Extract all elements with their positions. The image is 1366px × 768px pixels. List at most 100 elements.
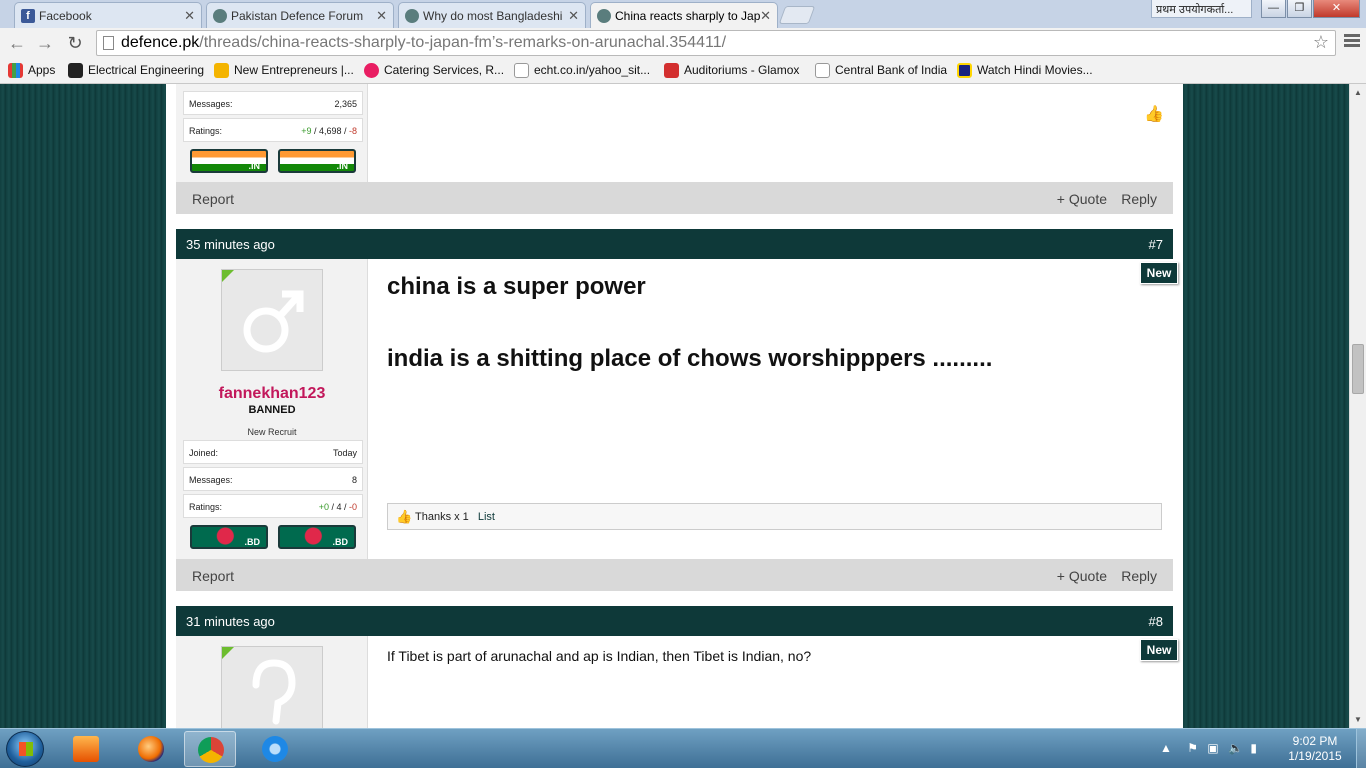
avatar[interactable]	[221, 269, 323, 371]
clock-date: 1/19/2015	[1288, 749, 1342, 763]
show-desktop-button[interactable]	[1356, 729, 1366, 768]
back-button[interactable]: ←	[6, 32, 28, 54]
bookmark-catering[interactable]: Catering Services, R...	[364, 63, 505, 78]
action-center-icon[interactable]: ⚑	[1187, 741, 1198, 755]
post8-userinfo	[176, 636, 368, 728]
profile-button[interactable]: प्रथम उपयोगकर्ता...	[1151, 0, 1252, 18]
post-number-link[interactable]: #7	[1149, 237, 1163, 252]
bookmark-label: Apps	[28, 63, 56, 77]
show-hidden-icons-icon[interactable]: ▲	[1160, 741, 1172, 755]
page-icon	[514, 63, 529, 78]
message-line: If Tibet is part of arunachal and ap is …	[387, 648, 812, 664]
joined-value: Today	[332, 448, 357, 458]
bookmark-electrical-engineering[interactable]: Electrical Engineering	[68, 63, 204, 78]
close-tab-icon[interactable]: ✕	[568, 8, 579, 24]
new-tab-button[interactable]	[778, 6, 816, 24]
volume-icon[interactable]: 🔈	[1228, 741, 1243, 755]
ratings-negative: -8	[348, 126, 357, 136]
background-right	[1183, 84, 1349, 728]
close-window-button[interactable]: ✕	[1313, 0, 1360, 18]
tab-china-reacts[interactable]: China reacts sharply to Jap ✕	[590, 2, 778, 29]
post8-header: 31 minutes ago #8	[176, 606, 1173, 636]
tab-facebook[interactable]: f Facebook ✕	[14, 2, 202, 28]
tab-label: Why do most Bangladeshi	[423, 9, 563, 23]
close-tab-icon[interactable]: ✕	[376, 8, 387, 24]
report-link[interactable]: Report	[192, 191, 234, 207]
bookmark-auditoriums[interactable]: Auditoriums - Glamox	[664, 63, 799, 78]
thread-page: Messages: 2,365 Ratings: +9 / 4,698 / -8…	[166, 84, 1183, 728]
reload-button[interactable]: ↻	[64, 32, 86, 54]
quote-button[interactable]: + Quote	[1057, 568, 1107, 584]
chrome-menu-icon[interactable]	[1344, 34, 1360, 50]
bookmark-echt[interactable]: echt.co.in/yahoo_sit...	[514, 63, 650, 78]
address-bar[interactable]: defence.pk/threads/china-reacts-sharply-…	[96, 30, 1336, 56]
post-7: 35 minutes ago #7 New fannekhan123 BANNE…	[176, 229, 1178, 591]
firefox-icon	[138, 736, 164, 762]
post6-footer: Report + Quote Reply	[176, 182, 1173, 214]
post-time: 35 minutes ago	[186, 237, 275, 252]
message-line: india is a shitting place of chows worsh…	[387, 345, 993, 372]
bookmark-new-entrepreneurs[interactable]: New Entrepreneurs |...	[214, 63, 354, 78]
ratings-positive: +0	[318, 502, 329, 512]
close-tab-icon[interactable]: ✕	[184, 8, 195, 24]
ratings-negative: -0	[348, 502, 357, 512]
system-clock[interactable]: 9:02 PM 1/19/2015	[1282, 734, 1348, 764]
taskbar-firefox[interactable]	[125, 731, 177, 767]
bookmark-central-bank[interactable]: Central Bank of India	[815, 63, 947, 78]
thumbs-up-icon: 👍	[396, 509, 413, 524]
country-flag-bangladesh: .BD	[278, 525, 356, 549]
tab-bangladeshi[interactable]: Why do most Bangladeshi ✕	[398, 2, 586, 28]
bookmark-label: Catering Services, R...	[384, 63, 505, 77]
tab-pakistan-defence[interactable]: Pakistan Defence Forum ✕	[206, 2, 394, 28]
thanks-list-link[interactable]: List	[478, 511, 495, 523]
scroll-up-icon[interactable]: ▲	[1354, 88, 1362, 97]
post-6: Messages: 2,365 Ratings: +9 / 4,698 / -8…	[176, 84, 1173, 214]
report-link[interactable]: Report	[192, 568, 234, 584]
site-favicon-icon	[597, 9, 611, 23]
ei-icon	[68, 63, 83, 78]
system-tray: ▲ ⚑ ▣ 🔈 ▮	[1160, 741, 1257, 755]
site-favicon-icon	[405, 9, 419, 23]
quote-button[interactable]: + Quote	[1057, 191, 1107, 207]
windows-logo-icon	[19, 742, 33, 756]
bookmark-star-icon[interactable]: ☆	[1313, 32, 1329, 53]
post7-userinfo: fannekhan123 BANNED New Recruit Joined: …	[176, 259, 368, 559]
post-8: 31 minutes ago #8 New If Tibet is part o…	[176, 606, 1178, 728]
bookmark-apps[interactable]: Apps	[8, 63, 56, 78]
windows-taskbar: ▲ ⚑ ▣ 🔈 ▮ 9:02 PM 1/19/2015	[0, 728, 1366, 768]
bookmark-label: New Entrepreneurs |...	[234, 63, 354, 77]
minimize-button[interactable]: —	[1261, 0, 1286, 18]
start-button[interactable]	[6, 731, 44, 767]
bookmark-hindi-movies[interactable]: Watch Hindi Movies...	[957, 63, 1093, 78]
reply-button[interactable]: Reply	[1121, 568, 1157, 584]
country-flag-bangladesh: .BD	[190, 525, 268, 549]
taskbar-chrome[interactable]	[184, 731, 236, 767]
network-icon[interactable]: ▮	[1250, 741, 1257, 755]
device-icon[interactable]: ▣	[1207, 741, 1218, 755]
scroll-down-icon[interactable]: ▼	[1354, 715, 1362, 724]
scrollbar-thumb[interactable]	[1352, 344, 1364, 394]
browser-toolbar: ← → ↻ defence.pk/threads/china-reacts-sh…	[0, 28, 1366, 58]
forward-button[interactable]: →	[34, 32, 56, 54]
taskbar-internet-explorer[interactable]	[249, 731, 301, 767]
glamox-icon	[664, 63, 679, 78]
username-link[interactable]: fannekhan123	[176, 385, 368, 403]
maximize-button[interactable]: ❐	[1287, 0, 1312, 18]
ratings-label: Ratings:	[189, 126, 223, 136]
like-icon[interactable]: 👍	[1144, 104, 1164, 124]
close-tab-icon[interactable]: ✕	[760, 8, 771, 24]
page-scrollbar[interactable]: ▲ ▼	[1349, 84, 1366, 728]
avatar[interactable]	[221, 646, 323, 728]
new-badge: New	[1140, 262, 1178, 284]
reply-button[interactable]: Reply	[1121, 191, 1157, 207]
page-icon	[103, 36, 114, 50]
taskbar-media-player[interactable]	[60, 731, 112, 767]
flag-code: .BD	[332, 537, 349, 547]
post-number-link[interactable]: #8	[1149, 614, 1163, 629]
unknown-gender-icon	[252, 659, 296, 725]
url-domain: defence.pk	[121, 34, 200, 51]
new-badge: New	[1140, 639, 1178, 661]
tab-label: Facebook	[39, 9, 92, 23]
chrome-icon	[198, 737, 224, 763]
joined-label: Joined:	[189, 448, 219, 458]
